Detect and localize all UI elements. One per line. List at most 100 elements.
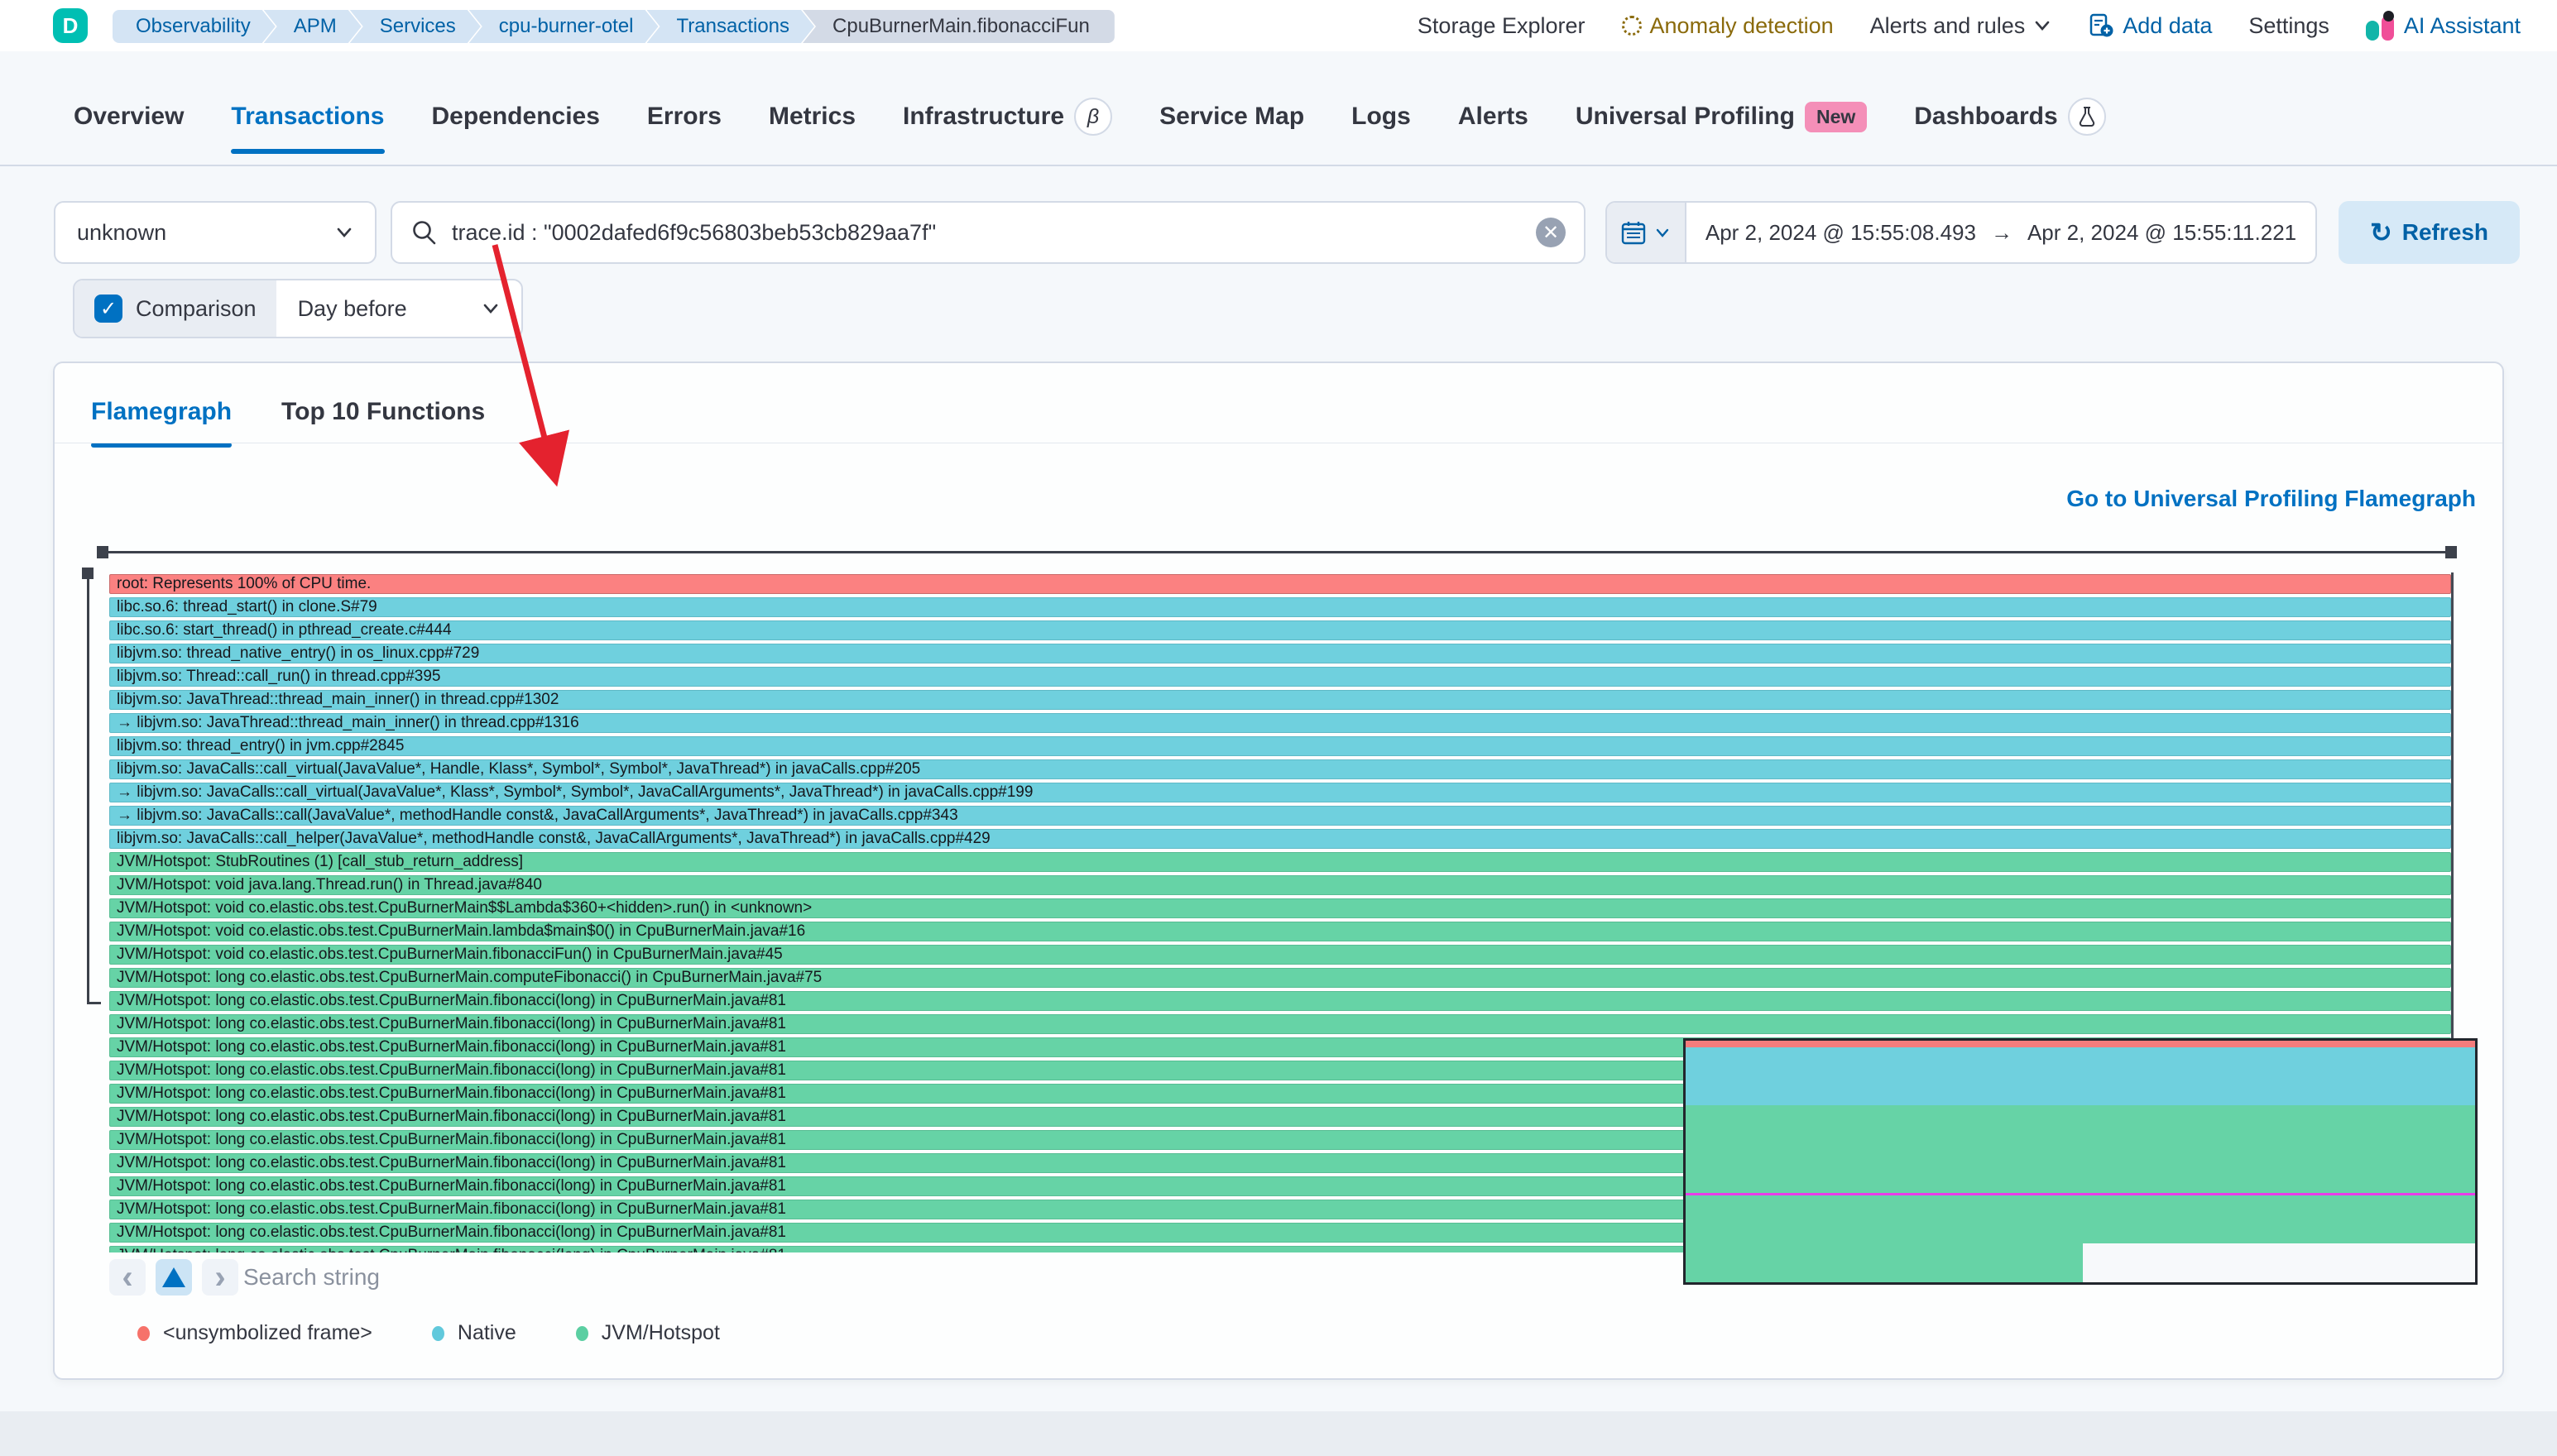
tab-logs[interactable]: Logs (1351, 103, 1411, 154)
comparison-value: Day before (298, 296, 407, 322)
flame-row[interactable]: JVM/Hotspot: void co.elastic.obs.test.Cp… (109, 922, 2451, 941)
legend-dot-jvm (576, 1326, 588, 1341)
chevron-down-icon (1653, 223, 1672, 242)
nav-storage-explorer[interactable]: Storage Explorer (1418, 13, 1586, 39)
comparison-checkbox[interactable]: ✓ (94, 295, 122, 323)
tab-dashboards[interactable]: Dashboards (1914, 98, 2105, 159)
tab-overview-label: Overview (74, 103, 184, 131)
tab-service-map[interactable]: Service Map (1159, 103, 1304, 154)
flame-row[interactable]: JVM/Hotspot: void co.elastic.obs.test.Cp… (109, 945, 2451, 965)
minimap-root-band (1686, 1041, 2475, 1047)
calendar-icon (1620, 219, 1647, 246)
date-range-text[interactable]: Apr 2, 2024 @ 15:55:08.493 → Apr 2, 2024… (1686, 220, 2315, 246)
ai-assistant-icon (2366, 11, 2396, 41)
environment-value: unknown (77, 220, 166, 246)
tab-dependencies[interactable]: Dependencies (432, 103, 600, 154)
tab-dashboards-label: Dashboards (1914, 103, 2057, 131)
flame-row[interactable]: → libjvm.so: JavaCalls::call(JavaValue*,… (109, 806, 2451, 826)
card-tab-bar: Flamegraph Top 10 Functions (91, 398, 485, 448)
scroll-up-button[interactable] (156, 1259, 192, 1296)
tab-alerts[interactable]: Alerts (1458, 103, 1528, 154)
breadcrumb-observability[interactable]: Observability (113, 10, 276, 43)
comparison-label: Comparison (136, 296, 257, 322)
flame-row[interactable]: JVM/Hotspot: long co.elastic.obs.test.Cp… (109, 968, 2451, 988)
tab-logs-label: Logs (1351, 103, 1411, 131)
refresh-button[interactable]: ↻ Refresh (2339, 201, 2520, 264)
nav-anomaly-detection[interactable]: Anomaly detection (1622, 13, 1834, 39)
flame-row[interactable]: → libjvm.so: JavaCalls::call_virtual(Jav… (109, 783, 2451, 802)
legend-jvm: JVM/Hotspot (576, 1321, 720, 1345)
clear-query-icon[interactable]: ✕ (1536, 218, 1566, 247)
new-badge: New (1805, 102, 1867, 132)
flame-row[interactable]: JVM/Hotspot: long co.elastic.obs.test.Cp… (109, 991, 2451, 1011)
flame-search-input[interactable] (243, 1259, 988, 1296)
tab-errors[interactable]: Errors (647, 103, 722, 154)
comparison-control: ✓ Comparison Day before (73, 279, 523, 338)
nav-settings[interactable]: Settings (2248, 13, 2329, 39)
anomaly-detection-icon (1622, 16, 1642, 36)
flame-row[interactable]: root: Represents 100% of CPU time. (109, 574, 2451, 594)
flame-row[interactable]: JVM/Hotspot: void co.elastic.obs.test.Cp… (109, 898, 2451, 918)
nav-anomaly-detection-label: Anomaly detection (1650, 13, 1834, 39)
nav-alerts-and-rules[interactable]: Alerts and rules (1870, 13, 2052, 39)
tab-metrics[interactable]: Metrics (769, 103, 856, 154)
legend-dot-native (432, 1326, 444, 1341)
flame-row[interactable]: JVM/Hotspot: long co.elastic.obs.test.Cp… (109, 1014, 2451, 1034)
date-from[interactable]: Apr 2, 2024 @ 15:55:08.493 (1705, 220, 1976, 246)
brush-handle-left[interactable] (97, 546, 108, 558)
tab-top10-functions[interactable]: Top 10 Functions (281, 398, 485, 448)
flame-row[interactable]: libc.so.6: thread_start() in clone.S#79 (109, 597, 2451, 617)
flame-row[interactable]: → libjvm.so: JavaThread::thread_main_inn… (109, 713, 2451, 733)
chevron-down-icon (335, 223, 353, 242)
flame-row[interactable]: libc.so.6: start_thread() in pthread_cre… (109, 620, 2451, 640)
breadcrumb-transactions[interactable]: Transactions (647, 10, 815, 43)
legend-native: Native (432, 1321, 516, 1345)
tab-dependencies-label: Dependencies (432, 103, 600, 131)
minimap-native-band (1686, 1047, 2475, 1105)
kql-search-input[interactable] (452, 220, 1523, 246)
nav-ai-assistant[interactable]: AI Assistant (2366, 11, 2521, 41)
flame-row[interactable]: libjvm.so: thread_entry() in jvm.cpp#284… (109, 736, 2451, 756)
comparison-toggle[interactable]: ✓ Comparison (74, 280, 276, 337)
flamegraph-brush[interactable] (108, 551, 2456, 553)
universal-profiling-link[interactable]: Go to Universal Profiling Flamegraph (2066, 486, 2476, 512)
tab-flamegraph[interactable]: Flamegraph (91, 398, 232, 448)
environment-select[interactable]: unknown (54, 201, 377, 264)
flame-row[interactable]: libjvm.so: thread_native_entry() in os_l… (109, 644, 2451, 663)
prev-match-button[interactable]: ‹ (109, 1259, 146, 1296)
comparison-select[interactable]: Day before (276, 280, 521, 337)
breadcrumb-apm[interactable]: APM (264, 10, 362, 43)
tab-overview[interactable]: Overview (74, 103, 184, 154)
minimap-empty-area (2083, 1243, 2475, 1282)
flame-row[interactable]: libjvm.so: JavaCalls::call_helper(JavaVa… (109, 829, 2451, 849)
tab-transactions[interactable]: Transactions (231, 103, 384, 154)
tab-transactions-label: Transactions (231, 103, 384, 131)
date-picker-toggle[interactable] (1607, 203, 1686, 262)
date-range-picker[interactable]: Apr 2, 2024 @ 15:55:08.493 → Apr 2, 2024… (1605, 201, 2317, 264)
flame-row[interactable]: libjvm.so: JavaThread::thread_main_inner… (109, 690, 2451, 710)
user-avatar[interactable]: D (53, 8, 88, 43)
date-arrow-icon: → (1991, 220, 2012, 246)
tab-infrastructure[interactable]: Infrastructure β (903, 98, 1112, 159)
flamegraph-minimap[interactable] (1683, 1038, 2478, 1285)
breadcrumb: Observability APM Services cpu-burner-ot… (113, 10, 1115, 43)
date-to[interactable]: Apr 2, 2024 @ 15:55:11.221 (2027, 220, 2296, 246)
flame-row[interactable]: libjvm.so: Thread::call_run() in thread.… (109, 667, 2451, 687)
tab-alerts-label: Alerts (1458, 103, 1528, 131)
legend-label: JVM/Hotspot (602, 1321, 720, 1345)
flame-row[interactable]: JVM/Hotspot: void java.lang.Thread.run()… (109, 875, 2451, 895)
nav-add-data-label: Add data (2123, 13, 2212, 39)
nav-add-data[interactable]: Add data (2088, 12, 2212, 39)
brush-handle-right[interactable] (2445, 546, 2457, 558)
breadcrumb-service-name[interactable]: cpu-burner-otel (469, 10, 659, 43)
kql-search-bar: ✕ (391, 201, 1586, 264)
flamegraph-legend: <unsymbolized frame> Native JVM/Hotspot (137, 1321, 720, 1345)
tab-universal-profiling[interactable]: Universal Profiling New (1576, 102, 1867, 156)
flame-row[interactable]: JVM/Hotspot: StubRoutines (1) [call_stub… (109, 852, 2451, 872)
breadcrumb-services[interactable]: Services (350, 10, 481, 43)
next-match-button[interactable]: › (202, 1259, 238, 1296)
tab-infrastructure-label: Infrastructure (903, 103, 1064, 131)
tab-service-map-label: Service Map (1159, 103, 1304, 131)
refresh-label: Refresh (2402, 219, 2488, 246)
flame-row[interactable]: libjvm.so: JavaCalls::call_virtual(JavaV… (109, 759, 2451, 779)
